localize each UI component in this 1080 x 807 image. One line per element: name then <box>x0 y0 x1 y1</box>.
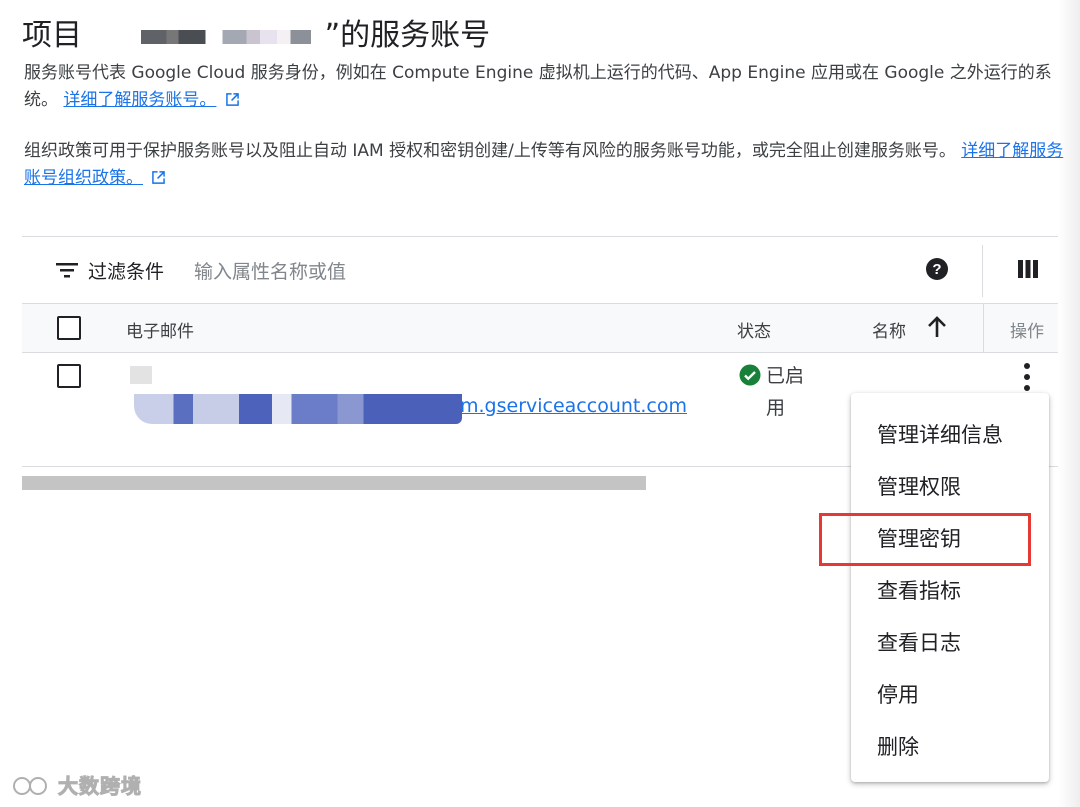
filter-bar: 过滤条件 输入属性名称或值 ? <box>22 245 1058 297</box>
menu-item-delete[interactable]: 删除 <box>851 719 1049 771</box>
learn-more-link[interactable]: 详细了解服务账号。 <box>63 90 216 110</box>
svg-text:?: ? <box>932 261 941 278</box>
column-display-icon[interactable] <box>1017 259 1039 279</box>
menu-item-manage-details[interactable]: 管理详细信息 <box>851 407 1049 459</box>
menu-item-view-logs[interactable]: 查看日志 <box>851 615 1049 667</box>
watermark-icon <box>13 777 47 795</box>
external-link-icon <box>225 93 239 106</box>
redacted-email-prefix <box>134 394 462 424</box>
menu-item-label: 查看指标 <box>877 579 961 603</box>
page-edge-shade <box>1058 0 1080 807</box>
description-service-accounts: 服务账号代表 Google Cloud 服务身份，例如在 Compute Eng… <box>24 60 1064 114</box>
check-circle-icon <box>739 364 761 386</box>
redacted-project-name <box>141 29 312 44</box>
status-label: 已启用 <box>766 365 805 419</box>
help-icon[interactable]: ? <box>925 257 949 281</box>
column-header-actions: 操作 <box>1010 322 1044 342</box>
actions-menu: 管理详细信息 管理权限 管理密钥 查看指标 查看日志 停用 删除 <box>851 393 1049 782</box>
menu-item-label: 查看日志 <box>877 631 961 655</box>
more-actions-icon[interactable] <box>1020 362 1034 392</box>
watermark-text: 大数跨境 <box>57 774 142 799</box>
horizontal-scrollbar[interactable] <box>22 476 646 490</box>
service-account-email-link[interactable]: m.gserviceaccount.com <box>460 395 687 417</box>
page-title: 项目 ”的服务账号 <box>22 10 490 54</box>
column-header-email[interactable]: 电子邮件 <box>126 317 194 342</box>
table-header: 电子邮件 状态 名称 操作 <box>22 303 1058 353</box>
column-header-status[interactable]: 状态 <box>737 317 771 342</box>
row-checkbox[interactable] <box>57 364 81 388</box>
description-org-policy: 组织政策可用于保护服务账号以及阻止自动 IAM 授权和密钥创建/上传等有风险的服… <box>24 138 1064 192</box>
filter-input[interactable]: 输入属性名称或值 <box>194 257 346 284</box>
menu-item-label: 停用 <box>877 683 919 707</box>
table-card-border <box>22 236 1058 237</box>
watermark-logo: 大数跨境 <box>12 770 142 799</box>
redacted-name <box>130 366 152 384</box>
select-all-checkbox[interactable] <box>57 316 81 340</box>
column-header-name[interactable]: 名称 <box>872 317 906 342</box>
description-text: 组织政策可用于保护服务账号以及阻止自动 IAM 授权和密钥创建/上传等有风险的服… <box>24 141 956 161</box>
filter-icon <box>56 263 78 278</box>
highlight-box <box>819 513 1031 566</box>
menu-item-disable[interactable]: 停用 <box>851 667 1049 719</box>
toolbar-divider <box>982 245 983 297</box>
sort-ascending-icon[interactable] <box>927 316 947 338</box>
column-divider <box>983 304 984 352</box>
menu-item-label: 管理权限 <box>877 475 961 499</box>
filter-label: 过滤条件 <box>88 261 165 283</box>
menu-item-label: 管理详细信息 <box>877 423 1003 447</box>
title-suffix: ”的服务账号 <box>324 18 491 53</box>
menu-item-label: 删除 <box>877 735 919 759</box>
external-link-icon <box>152 171 166 184</box>
menu-item-view-metrics[interactable]: 查看指标 <box>851 563 1049 615</box>
menu-item-manage-permissions[interactable]: 管理权限 <box>851 459 1049 511</box>
title-prefix: 项目 <box>22 18 82 53</box>
